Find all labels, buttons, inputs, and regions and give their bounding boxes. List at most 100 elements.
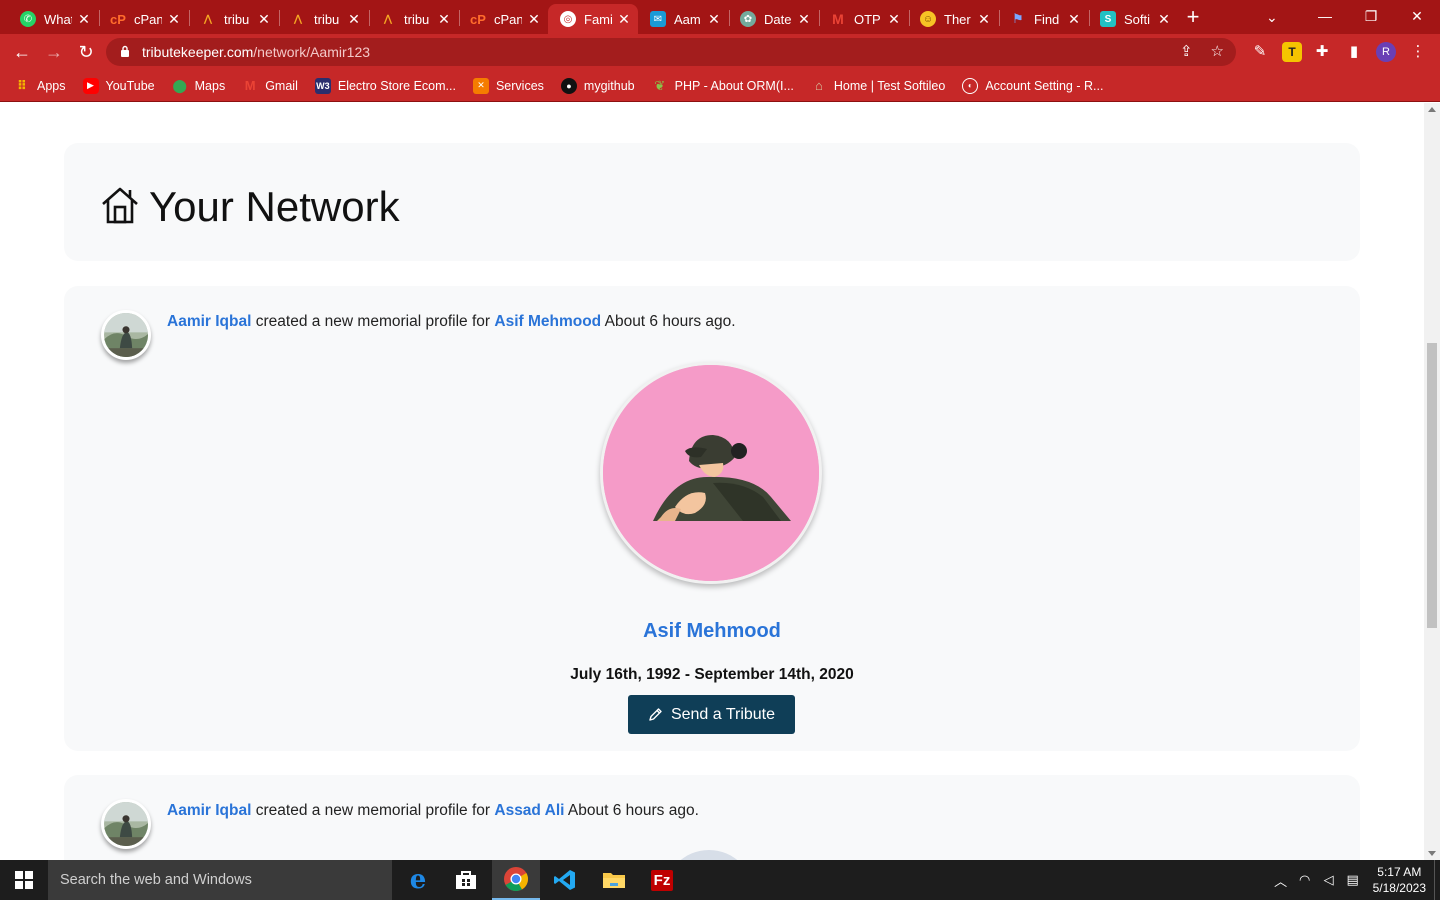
scrollbar-thumb[interactable]	[1427, 343, 1437, 628]
close-icon[interactable]: ✕	[886, 11, 902, 28]
share-icon[interactable]: ⇪	[1180, 38, 1193, 66]
close-icon[interactable]: ✕	[616, 11, 632, 28]
reload-icon[interactable]: ↻	[72, 38, 100, 66]
tab-search-icon[interactable]: ⌄	[1266, 3, 1278, 31]
bookmark-star-icon[interactable]: ☆	[1211, 38, 1224, 66]
close-icon[interactable]: ✕	[436, 11, 452, 28]
bookmark-electro-store[interactable]: W3 Electro Store Ecom...	[314, 77, 456, 94]
chevron-up-icon[interactable]: ︿	[1269, 871, 1293, 890]
feed-item: Aamir Iqbal created a new memorial profi…	[64, 286, 1360, 751]
globe-icon: ◐	[962, 77, 979, 94]
action-text: created a new memorial profile for	[255, 313, 491, 330]
close-icon[interactable]: ✕	[1156, 11, 1172, 28]
pencil-icon	[649, 708, 662, 721]
page-scrollbar[interactable]	[1424, 103, 1440, 860]
bookmark-gmail[interactable]: M Gmail	[242, 78, 298, 94]
minimize-icon[interactable]: —	[1302, 0, 1348, 34]
timestamp: About 6 hours ago.	[604, 313, 736, 330]
close-icon[interactable]: ✕	[76, 11, 92, 28]
tab-softileo[interactable]: S Softi ✕	[1088, 4, 1178, 34]
avatar[interactable]	[101, 799, 151, 849]
tab-ther[interactable]: ☺ Ther ✕	[908, 4, 998, 34]
notifications-icon[interactable]: ▤	[1341, 872, 1365, 888]
file-explorer-icon[interactable]	[590, 860, 638, 900]
bookmarks-bar: ⠿ Apps ▶ YouTube ⬤ Maps M Gmail W3 Elect…	[0, 70, 1440, 102]
chatgpt-icon: ✿	[740, 11, 756, 27]
tab-otp[interactable]: M OTP ✕	[818, 4, 908, 34]
send-tribute-button[interactable]: Send a Tribute	[628, 695, 795, 734]
vscode-icon[interactable]	[541, 860, 589, 900]
bookmark-services[interactable]: ✕ Services	[472, 77, 544, 94]
actor-link[interactable]: Aamir Iqbal	[167, 802, 251, 819]
bookmark-youtube[interactable]: ▶ YouTube	[82, 77, 155, 94]
filezilla-icon[interactable]: Fz	[638, 860, 686, 900]
bookmark-maps[interactable]: ⬤ Maps	[172, 78, 225, 94]
extensions-puzzle-icon[interactable]: ✚	[1312, 42, 1332, 62]
close-icon[interactable]: ✕	[1066, 11, 1082, 28]
tab-tribute-3[interactable]: ⋀ tribu ✕	[368, 4, 458, 34]
volume-muted-icon[interactable]: ◁	[1317, 872, 1341, 888]
cpanel-icon: cP	[470, 11, 486, 27]
close-icon[interactable]: ✕	[976, 11, 992, 28]
emoji-icon: ☺	[920, 11, 936, 27]
bookmark-account-setting[interactable]: ◐ Account Setting - R...	[962, 77, 1103, 94]
profile-avatar[interactable]: R	[1376, 42, 1396, 62]
tab-cpanel-2[interactable]: cP cPan ✕	[458, 4, 548, 34]
tab-cpanel-1[interactable]: cP cPan ✕	[98, 4, 188, 34]
side-panel-icon[interactable]: ▮	[1344, 42, 1364, 62]
back-arrow-icon[interactable]: ←	[8, 38, 36, 66]
bookmark-test-softileo[interactable]: ⌂ Home | Test Softileo	[811, 78, 945, 94]
close-icon[interactable]: ✕	[166, 11, 182, 28]
tab-strip: ✆ What ✕ cP cPan ✕ ⋀ tribu ✕ ⋀ tribu ✕ ⋀…	[0, 0, 1440, 34]
close-icon[interactable]: ✕	[706, 11, 722, 28]
memorial-photo[interactable]	[600, 362, 822, 584]
memorial-illustration	[603, 365, 819, 581]
tab-whatsapp[interactable]: ✆ What ✕	[8, 4, 98, 34]
tab-tribute-2[interactable]: ⋀ tribu ✕	[278, 4, 368, 34]
bookmark-apps[interactable]: ⠿ Apps	[14, 78, 66, 94]
chrome-icon[interactable]	[492, 860, 540, 900]
close-icon[interactable]: ✕	[346, 11, 362, 28]
send-tribute-label: Send a Tribute	[670, 705, 776, 723]
page-title: Your Network	[149, 183, 400, 230]
forward-arrow-icon[interactable]: →	[40, 38, 68, 66]
restore-icon[interactable]: ❐	[1348, 0, 1394, 34]
windows-taskbar: Search the web and Windows e Fz ︿ ◠ ◁ ▤ …	[0, 860, 1440, 900]
tab-tribute-1[interactable]: ⋀ tribu ✕	[188, 4, 278, 34]
edge-icon[interactable]: e	[394, 860, 442, 900]
close-icon[interactable]: ✕	[526, 11, 542, 28]
memorial-photo[interactable]	[664, 850, 754, 860]
actor-link[interactable]: Aamir Iqbal	[167, 313, 251, 330]
close-window-icon[interactable]: ✕	[1394, 0, 1440, 34]
url-text: tributekeeper.com/network/Aamir123	[142, 38, 370, 66]
pen-extension-icon[interactable]: ✎	[1250, 42, 1270, 62]
tribute-icon: ⋀	[203, 13, 213, 25]
close-icon[interactable]: ✕	[796, 11, 812, 28]
action-text: created a new memorial profile for	[255, 802, 491, 819]
new-tab-button[interactable]: +	[1180, 5, 1206, 29]
address-bar[interactable]: tributekeeper.com/network/Aamir123 ⇪ ☆	[106, 38, 1236, 66]
tab-aamir[interactable]: ✉ Aam ✕	[638, 4, 728, 34]
scroll-up-icon[interactable]	[1428, 107, 1436, 112]
tab-family-active[interactable]: ◎ Fami ✕	[548, 4, 638, 34]
close-icon[interactable]: ✕	[256, 11, 272, 28]
bookmark-php-orm[interactable]: ❦ PHP - About ORM(I...	[652, 78, 794, 94]
network-icon[interactable]: ◠	[1293, 872, 1317, 888]
memorial-name-link[interactable]: Asif Mehmood	[64, 620, 1360, 643]
bookmark-mygithub[interactable]: ● mygithub	[560, 77, 635, 94]
subject-link[interactable]: Asif Mehmood	[494, 313, 601, 330]
taskbar-clock[interactable]: 5:17 AM 5/18/2023	[1373, 864, 1426, 896]
cpanel-icon: cP	[110, 11, 126, 27]
subject-link[interactable]: Assad Ali	[494, 802, 564, 819]
extension-t-icon[interactable]: T	[1282, 42, 1302, 62]
show-desktop-button[interactable]	[1434, 860, 1440, 900]
url-host: tributekeeper.com	[142, 44, 254, 60]
scroll-down-icon[interactable]	[1428, 851, 1436, 856]
tab-date[interactable]: ✿ Date ✕	[728, 4, 818, 34]
tab-find[interactable]: ⚑ Find ✕	[998, 4, 1088, 34]
windows-start-icon[interactable]	[0, 860, 48, 900]
menu-kebab-icon[interactable]: ⋮	[1408, 42, 1428, 62]
store-icon[interactable]	[442, 860, 490, 900]
taskbar-search-input[interactable]: Search the web and Windows	[48, 860, 392, 900]
avatar[interactable]	[101, 310, 151, 360]
